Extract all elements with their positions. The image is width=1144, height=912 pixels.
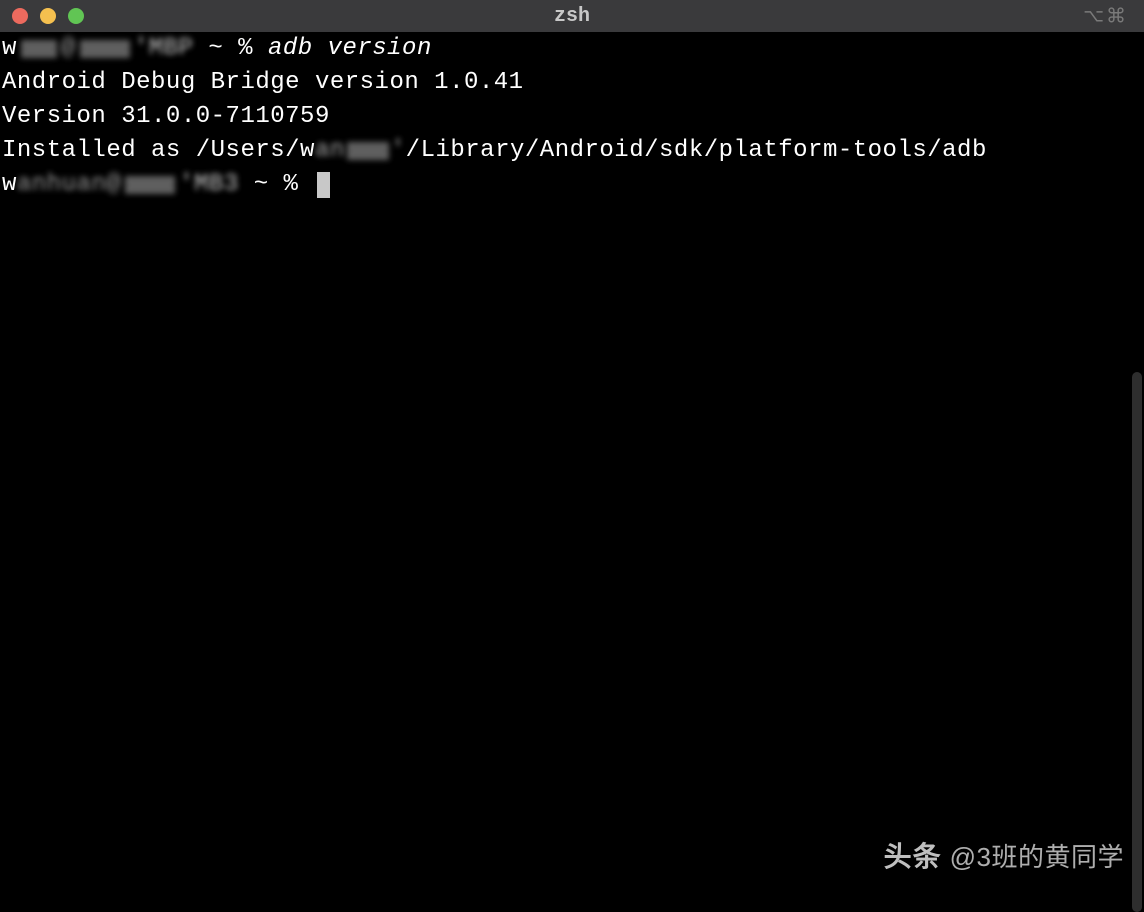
prompt-user-prefix: w	[2, 32, 17, 66]
terminal-output-line-1: Android Debug Bridge version 1.0.41	[0, 66, 1144, 100]
terminal-title-bar: zsh ⌥⌘	[0, 0, 1144, 32]
window-title: zsh	[554, 5, 590, 28]
prompt-suffix: ~ %	[193, 32, 268, 66]
redacted-path-user: an '	[315, 134, 406, 168]
terminal-output-line-3: Installed as /Users/w an ' /Library/Andr…	[0, 134, 1144, 168]
close-window-button[interactable]	[12, 8, 28, 24]
redacted-username-host: @ 'MBP	[17, 32, 194, 66]
window-shortcut-hint: ⌥⌘	[1083, 4, 1126, 29]
redacted-username-host-2: anhuan@ 'MB3	[17, 168, 239, 202]
watermark-logo: 头条	[884, 840, 942, 874]
maximize-window-button[interactable]	[68, 8, 84, 24]
terminal-cursor	[317, 172, 330, 198]
minimize-window-button[interactable]	[40, 8, 56, 24]
prompt-user-prefix-2: w	[2, 168, 17, 202]
watermark-handle: @3班的黄同学	[950, 840, 1124, 874]
terminal-output-area[interactable]: w @ 'MBP ~ % adb version Android Debug B…	[0, 32, 1144, 902]
terminal-output-line-2: Version 31.0.0-7110759	[0, 100, 1144, 134]
installed-suffix: /Library/Android/sdk/platform-tools/adb	[406, 134, 987, 168]
prompt-suffix-2: ~ %	[239, 168, 314, 202]
command-text: adb version	[268, 32, 432, 66]
terminal-line-prompt-2: w anhuan@ 'MB3 ~ %	[0, 168, 1144, 202]
window-traffic-lights	[12, 8, 84, 24]
watermark: 头条 @3班的黄同学	[884, 840, 1124, 874]
terminal-scrollbar[interactable]	[1132, 372, 1142, 912]
installed-prefix: Installed as /Users/w	[2, 134, 315, 168]
terminal-line-prompt-1: w @ 'MBP ~ % adb version	[0, 32, 1144, 66]
